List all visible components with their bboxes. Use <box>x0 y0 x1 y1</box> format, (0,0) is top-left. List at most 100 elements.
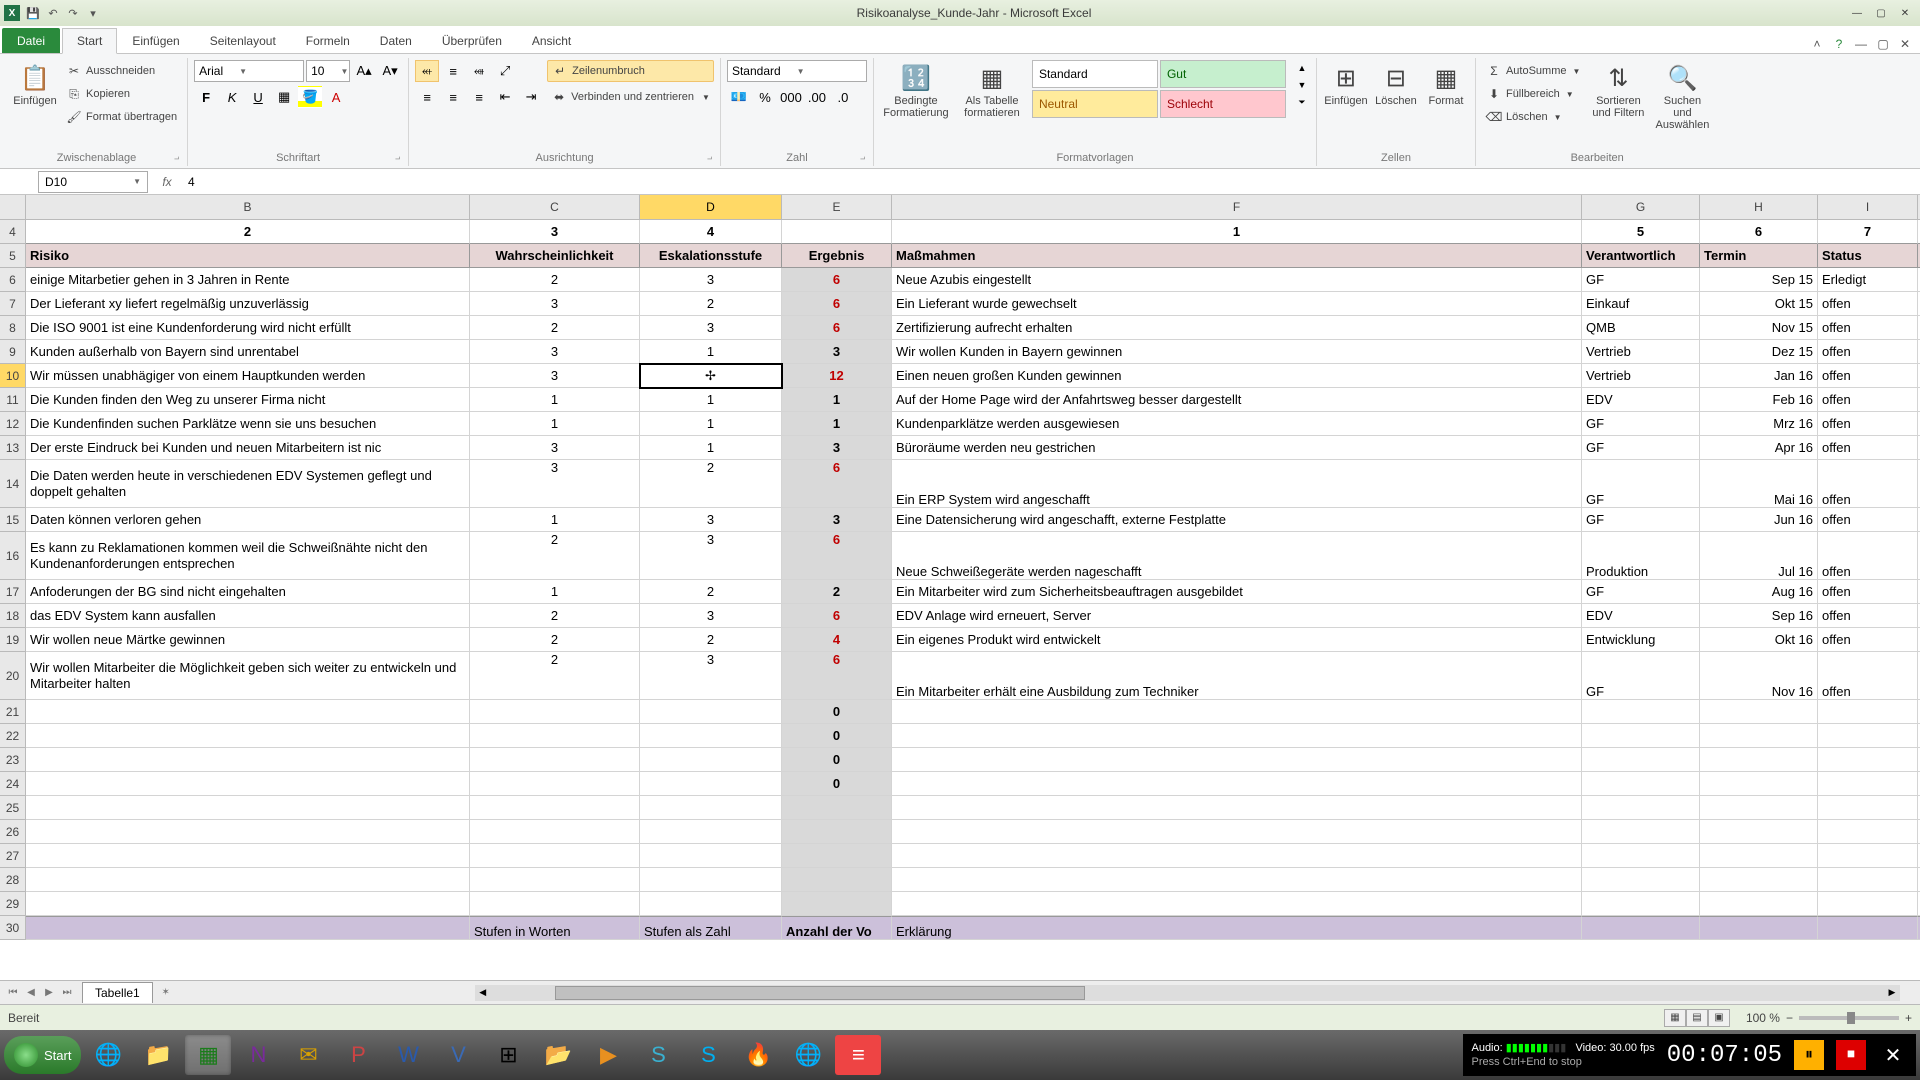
cell[interactable] <box>640 700 782 724</box>
styles-scroll-down-icon[interactable]: ▼ <box>1294 77 1310 93</box>
cell[interactable]: EDV <box>1582 388 1700 412</box>
row-header[interactable]: 23 <box>0 748 26 772</box>
percent-icon[interactable]: % <box>753 86 777 108</box>
cell[interactable] <box>640 892 782 916</box>
underline-button[interactable]: U <box>246 86 270 108</box>
cell[interactable]: 3 <box>640 268 782 292</box>
cell[interactable]: GF <box>1582 652 1700 700</box>
doc-minimize-icon[interactable]: — <box>1852 35 1870 53</box>
cell[interactable]: GF <box>1582 268 1700 292</box>
cell[interactable] <box>1700 844 1818 868</box>
taskbar-word-icon[interactable]: W <box>385 1035 431 1075</box>
row-header[interactable]: 22 <box>0 724 26 748</box>
cell[interactable]: offen <box>1818 604 1918 628</box>
cell[interactable]: Entwicklung <box>1582 628 1700 652</box>
cell[interactable]: 2 <box>470 532 640 580</box>
cell[interactable]: Okt 16 <box>1700 628 1818 652</box>
cell[interactable]: 1 <box>782 412 892 436</box>
currency-icon[interactable]: 💶 <box>727 86 751 108</box>
cell[interactable]: 0 <box>782 772 892 796</box>
cell[interactable]: 6 <box>782 604 892 628</box>
cell[interactable] <box>640 772 782 796</box>
cell[interactable]: 3 <box>640 532 782 580</box>
format-painter-button[interactable]: 🖌Format übertragen <box>62 106 181 128</box>
cell[interactable]: Ein eigenes Produkt wird entwickelt <box>892 628 1582 652</box>
cell[interactable] <box>782 220 892 244</box>
cell[interactable] <box>26 868 470 892</box>
cell[interactable]: Ein Lieferant wurde gewechselt <box>892 292 1582 316</box>
taskbar-powerpoint-icon[interactable]: P <box>335 1035 381 1075</box>
tab-home[interactable]: Start <box>62 28 117 54</box>
row-header[interactable]: 8 <box>0 316 26 340</box>
sheet-nav-first-icon[interactable]: ⏮ <box>4 984 22 1002</box>
insert-cells-button[interactable]: ⊞Einfügen <box>1323 60 1369 111</box>
taskbar-flame-icon[interactable]: 🔥 <box>735 1035 781 1075</box>
cell[interactable]: Zertifizierung aufrecht erhalten <box>892 316 1582 340</box>
new-sheet-icon[interactable]: ✶ <box>157 984 175 1002</box>
cell[interactable] <box>1700 868 1818 892</box>
sheet-nav-next-icon[interactable]: ▶ <box>40 984 58 1002</box>
formula-input[interactable] <box>182 171 1920 193</box>
row-header[interactable]: 19 <box>0 628 26 652</box>
name-box[interactable]: D10▼ <box>38 171 148 193</box>
cell[interactable] <box>1700 700 1818 724</box>
recorder-close-icon[interactable]: ✕ <box>1878 1040 1908 1070</box>
cell[interactable]: 0 <box>782 724 892 748</box>
cell[interactable] <box>892 796 1582 820</box>
cell[interactable]: 5 <box>1582 220 1700 244</box>
cell[interactable]: Stufen in Worten <box>470 916 640 940</box>
cell-style-standard[interactable]: Standard <box>1032 60 1158 88</box>
cell[interactable]: Vertrieb <box>1582 364 1700 388</box>
cell[interactable]: Neue Schweißegeräte werden nageschafft <box>892 532 1582 580</box>
zoom-slider[interactable] <box>1799 1016 1899 1020</box>
col-header-D[interactable]: D <box>640 195 782 220</box>
cell[interactable]: Sep 15 <box>1700 268 1818 292</box>
merge-center-button[interactable]: ⬌Verbinden und zentrieren▼ <box>547 86 714 108</box>
col-header-H[interactable]: H <box>1700 195 1818 220</box>
row-header[interactable]: 16 <box>0 532 26 580</box>
cell[interactable]: 2 <box>26 220 470 244</box>
cell[interactable]: Es kann zu Reklamationen kommen weil die… <box>26 532 470 580</box>
font-size-select[interactable]: 10▼ <box>306 60 350 82</box>
cell[interactable]: 3 <box>470 220 640 244</box>
sheet-nav-prev-icon[interactable]: ◀ <box>22 984 40 1002</box>
cell[interactable]: Risiko <box>26 244 470 268</box>
cell[interactable]: 12 <box>782 364 892 388</box>
cell[interactable]: Sep 16 <box>1700 604 1818 628</box>
cell[interactable] <box>1582 748 1700 772</box>
cell[interactable] <box>892 820 1582 844</box>
cell[interactable] <box>26 748 470 772</box>
cell[interactable]: 3 <box>782 508 892 532</box>
horizontal-scrollbar[interactable]: ◀ ▶ <box>475 985 1900 1001</box>
start-button[interactable]: Start <box>4 1036 81 1074</box>
italic-button[interactable]: K <box>220 86 244 108</box>
wrap-text-button[interactable]: ↵Zeilenumbruch <box>547 60 714 82</box>
cell[interactable] <box>640 820 782 844</box>
cell[interactable] <box>26 724 470 748</box>
cell[interactable]: 3 <box>470 460 640 508</box>
cell[interactable] <box>470 796 640 820</box>
cell[interactable]: Dez 15 <box>1700 340 1818 364</box>
cell[interactable]: Eine Datensicherung wird angeschafft, ex… <box>892 508 1582 532</box>
row-header[interactable]: 28 <box>0 868 26 892</box>
taskbar-chrome-icon[interactable]: 🌐 <box>785 1035 831 1075</box>
cell[interactable]: 2 <box>640 460 782 508</box>
cell[interactable]: Der Lieferant xy liefert regelmäßig unzu… <box>26 292 470 316</box>
autosum-button[interactable]: ΣAutoSumme▼ <box>1482 60 1584 82</box>
cell[interactable] <box>1818 700 1918 724</box>
cell[interactable]: 6 <box>782 268 892 292</box>
cell[interactable]: 1 <box>470 412 640 436</box>
align-bottom-icon[interactable]: ⬵ <box>467 60 491 82</box>
clear-button[interactable]: ⌫Löschen▼ <box>1482 106 1584 128</box>
row-header[interactable]: 26 <box>0 820 26 844</box>
cell[interactable] <box>1700 724 1818 748</box>
cell[interactable] <box>1700 820 1818 844</box>
cell[interactable]: 2 <box>640 628 782 652</box>
cell[interactable] <box>892 892 1582 916</box>
cell[interactable]: 1 <box>470 388 640 412</box>
cell[interactable] <box>1582 868 1700 892</box>
cell[interactable] <box>1818 820 1918 844</box>
conditional-formatting-button[interactable]: 🔢Bedingte Formatierung <box>880 60 952 123</box>
cell[interactable] <box>1582 892 1700 916</box>
cell[interactable]: offen <box>1818 532 1918 580</box>
